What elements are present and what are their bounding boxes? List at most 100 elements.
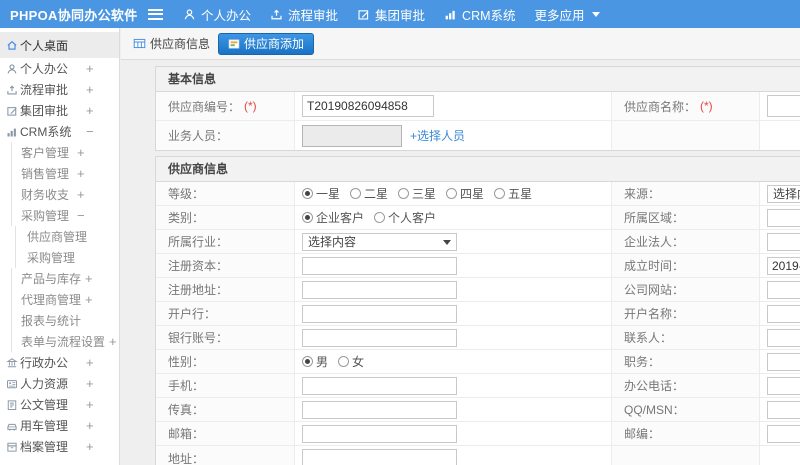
form-row: 地址： xyxy=(156,446,800,465)
bank-account-input[interactable] xyxy=(302,328,457,347)
sidebar-item-form-flow-settings[interactable]: 表单与流程设置 + xyxy=(11,331,119,352)
industry-select[interactable]: 选择内容 xyxy=(302,232,457,251)
field-input-cell xyxy=(760,374,800,397)
sidebar-item-group-approval[interactable]: 集团审批 + xyxy=(0,100,119,121)
field-label-cell: 开户名称： xyxy=(612,302,760,325)
sidebar-item-product-inventory[interactable]: 产品与库存 + xyxy=(11,268,119,289)
collapse-icon[interactable]: − xyxy=(86,124,94,139)
expand-icon[interactable]: + xyxy=(86,439,94,454)
sidebar-item-document-mgmt[interactable]: 公文管理 + xyxy=(0,394,119,415)
sidebar-item-archive-mgmt[interactable]: 档案管理 + xyxy=(0,436,119,457)
zip-code-input[interactable] xyxy=(767,424,800,443)
sidebar-item-admin-office[interactable]: 行政办公 + xyxy=(0,352,119,373)
grid-icon xyxy=(133,37,146,50)
expand-icon[interactable]: + xyxy=(77,145,85,160)
gender-radio-0[interactable]: 男 xyxy=(302,353,328,370)
supplier-name-input[interactable] xyxy=(767,95,800,117)
business-person-picker-link[interactable]: +选择人员 xyxy=(410,127,465,144)
level-radio-3[interactable]: 四星 xyxy=(446,185,484,202)
contact-person-input[interactable] xyxy=(767,328,800,347)
expand-icon[interactable]: + xyxy=(86,397,94,412)
sidebar-item-vehicle-mgmt[interactable]: 用车管理 + xyxy=(0,415,119,436)
expand-icon[interactable]: + xyxy=(85,271,93,286)
fax-input[interactable] xyxy=(302,400,457,419)
sidebar-item-label: 采购管理 xyxy=(27,251,76,265)
field-label-cell: QQ/MSN： xyxy=(612,398,760,421)
sidebar-item-personal-office[interactable]: 个人办公 + xyxy=(0,58,119,79)
expand-icon[interactable]: + xyxy=(109,334,117,349)
category-radio-1[interactable]: 个人客户 xyxy=(374,209,436,226)
gender-radio-1[interactable]: 女 xyxy=(338,353,364,370)
sidebar-item-crm-system[interactable]: CRM系统 − xyxy=(0,121,119,142)
address-input[interactable] xyxy=(302,449,457,465)
topnav-workflow-approval[interactable]: 流程审批 xyxy=(270,5,338,24)
level-radio-0[interactable]: 一星 xyxy=(302,185,340,202)
account-name-input[interactable] xyxy=(767,304,800,323)
sidebar-item-workflow-approval[interactable]: 流程审批 + xyxy=(0,79,119,100)
form-row: 等级： 一星 二星 三星 四星 五星 来源： 选择内容 xyxy=(156,182,800,206)
expand-icon[interactable]: + xyxy=(86,355,94,370)
legal-person-input[interactable] xyxy=(767,232,800,251)
topnav-more-apps[interactable]: 更多应用 xyxy=(535,5,600,24)
expand-icon[interactable]: + xyxy=(77,187,85,202)
form-row: 银行账号： 联系人： xyxy=(156,326,800,350)
field-label: 注册地址： xyxy=(168,283,229,297)
sidebar-item-human-resources[interactable]: 人力资源 + xyxy=(0,373,119,394)
job-title-input[interactable] xyxy=(767,352,800,371)
sidebar-item-customer-mgmt[interactable]: 客户管理 + xyxy=(11,142,119,163)
registered-capital-input[interactable] xyxy=(302,256,457,275)
expand-icon[interactable]: + xyxy=(85,292,93,307)
radio-label: 一星 xyxy=(316,187,341,201)
chart-icon xyxy=(444,8,457,21)
section-title: 供应商信息 xyxy=(156,157,800,182)
expand-icon[interactable]: + xyxy=(86,418,94,433)
tab-supplier-add[interactable]: 供应商添加 xyxy=(218,32,315,55)
mobile-input[interactable] xyxy=(302,376,457,395)
expand-icon[interactable]: + xyxy=(77,166,85,181)
bank-branch-input[interactable] xyxy=(302,304,457,323)
region-input[interactable] xyxy=(767,208,800,227)
field-label-cell: 性别： xyxy=(156,350,295,373)
field-label: 来源： xyxy=(624,187,661,201)
radio-label: 二星 xyxy=(364,187,389,201)
sidebar-item-sales-mgmt[interactable]: 销售管理 + xyxy=(11,163,119,184)
supplier-code-input[interactable] xyxy=(302,95,434,117)
sidebar-item-label: 表单与流程设置 xyxy=(21,335,106,349)
business-person-input[interactable] xyxy=(302,124,402,147)
topnav-group-approval[interactable]: 集团审批 xyxy=(357,5,425,24)
qq-msn-input[interactable] xyxy=(767,400,800,419)
expand-icon[interactable]: + xyxy=(86,61,94,76)
sidebar-item-finance[interactable]: 财务收支 + xyxy=(11,184,119,205)
topnav-personal-office[interactable]: 个人办公 xyxy=(183,5,251,24)
collapse-icon[interactable]: − xyxy=(77,208,85,223)
company-website-input[interactable] xyxy=(767,280,800,299)
topnav-label: CRM系统 xyxy=(462,8,516,23)
level-radio-4[interactable]: 五星 xyxy=(494,185,532,202)
sidebar-item-personal-desktop[interactable]: 个人桌面 xyxy=(0,32,119,58)
expand-icon[interactable]: + xyxy=(86,376,94,391)
radio-icon xyxy=(398,188,410,199)
app-logo[interactable]: PHPOA协同办公软件 xyxy=(0,5,137,24)
sidebar-item-purchase-mgmt[interactable]: 采购管理 − xyxy=(11,205,119,226)
sidebar-item-label: 流程审批 xyxy=(20,83,69,97)
radio-label: 企业客户 xyxy=(316,211,365,225)
sidebar-item-label: 产品与库存 xyxy=(21,272,82,286)
sidebar-item-reports-stats[interactable]: 报表与统计 xyxy=(11,310,119,331)
source-select[interactable]: 选择内容 xyxy=(767,184,800,203)
topnav-crm-system[interactable]: CRM系统 xyxy=(444,5,516,24)
founded-date-input[interactable] xyxy=(767,256,800,275)
building-icon xyxy=(6,357,18,369)
sidebar-item-purchasing[interactable]: 采购管理 xyxy=(15,247,119,268)
expand-icon[interactable]: + xyxy=(86,103,94,118)
expand-icon[interactable]: + xyxy=(86,82,94,97)
level-radio-2[interactable]: 三星 xyxy=(398,185,436,202)
email-input[interactable] xyxy=(302,424,457,443)
sidebar-item-supplier-mgmt[interactable]: 供应商管理 xyxy=(15,226,119,247)
level-radio-1[interactable]: 二星 xyxy=(350,185,388,202)
office-phone-input[interactable] xyxy=(767,376,800,395)
tab-supplier-info[interactable]: 供应商信息 xyxy=(133,35,210,52)
menu-toggle-icon[interactable] xyxy=(148,8,163,20)
registered-address-input[interactable] xyxy=(302,280,457,299)
category-radio-0[interactable]: 企业客户 xyxy=(302,209,364,226)
sidebar-item-agent-mgmt[interactable]: 代理商管理 + xyxy=(11,289,119,310)
